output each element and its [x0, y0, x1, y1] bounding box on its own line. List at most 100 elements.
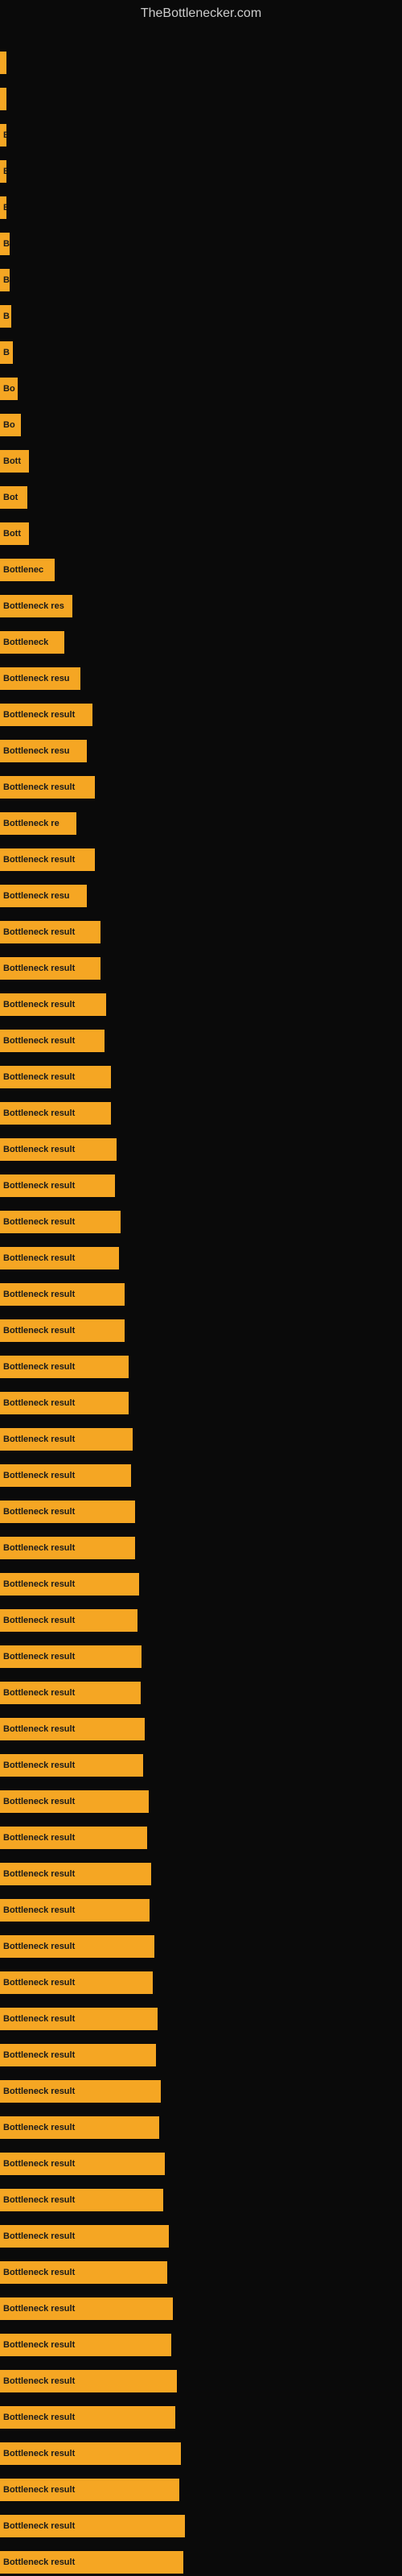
bar-label: B: [3, 348, 10, 357]
chart-container: EEEBBBBBoBoBottBotBottBottlenecBottlenec…: [0, 27, 402, 2571]
bar: Bottleneck result: [0, 1428, 133, 1451]
bar-row: Bottleneck result: [0, 1935, 154, 1958]
bar-row: Bottleneck result: [0, 2225, 169, 2248]
bar: Bottleneck result: [0, 1827, 147, 1849]
bar-label: Bott: [3, 456, 21, 466]
bar: E: [0, 124, 6, 147]
bar-label: Bottleneck result: [3, 1398, 75, 1408]
bar: [0, 52, 6, 74]
bar-row: Bottleneck result: [0, 1102, 111, 1125]
bar-label: Bottleneck result: [3, 2195, 75, 2205]
bar: Bottleneck result: [0, 2153, 165, 2175]
bar: Bottleneck result: [0, 1464, 131, 1487]
bar-label: Bottleneck result: [3, 2050, 75, 2060]
bar-row: Bottleneck result: [0, 1899, 150, 1922]
bar: Bottleneck result: [0, 1863, 151, 1885]
bar-row: Bottleneck result: [0, 2334, 171, 2356]
bar-label: B: [3, 275, 10, 285]
bar-row: B: [0, 341, 13, 364]
bar: E: [0, 160, 6, 183]
bar: Bottleneck resu: [0, 667, 80, 690]
bar-label: Bottleneck result: [3, 964, 75, 973]
bar-row: Bott: [0, 450, 29, 473]
bar: Bottleneck res: [0, 595, 72, 617]
bar: Bottleneck result: [0, 2479, 179, 2501]
bar-row: Bottleneck result: [0, 2008, 158, 2030]
bar: Bottleneck result: [0, 993, 106, 1016]
bar: B: [0, 269, 10, 291]
bar-row: Bottleneck result: [0, 1790, 149, 1813]
bar-label: E: [3, 167, 6, 176]
bar-label: Bottleneck result: [3, 1362, 75, 1372]
bar-label: Bottleneck result: [3, 2449, 75, 2458]
bar-label: Bottleneck result: [3, 1507, 75, 1517]
bar-label: B: [3, 312, 10, 321]
bar: Bottleneck result: [0, 1211, 121, 1233]
bar-label: E: [3, 130, 6, 140]
bar-row: Bottleneck resu: [0, 740, 87, 762]
bar-row: Bottleneck result: [0, 2297, 173, 2320]
bar-label: Bottleneck result: [3, 1543, 75, 1553]
bar-row: Bottleneck result: [0, 2189, 163, 2211]
bar-label: Bo: [3, 420, 15, 430]
bar-row: B: [0, 233, 10, 255]
bar-label: Bottleneck result: [3, 2485, 75, 2495]
bar-row: Bottleneck result: [0, 2551, 183, 2574]
bar: Bottleneck result: [0, 957, 100, 980]
bar-row: Bottleneck result: [0, 1428, 133, 1451]
bar-label: Bottleneck result: [3, 710, 75, 720]
bar-row: Bottleneck result: [0, 2080, 161, 2103]
bar-row: Bottleneck result: [0, 848, 95, 871]
bar: Bottleneck result: [0, 1174, 115, 1197]
bar-label: Bottleneck result: [3, 2340, 75, 2350]
bar: Bottleneck result: [0, 2334, 171, 2356]
bar: Bottleneck result: [0, 1392, 129, 1414]
bar-label: Bottleneck resu: [3, 674, 70, 683]
bar-row: Bot: [0, 486, 27, 509]
bar-row: Bottleneck res: [0, 595, 72, 617]
bar: Bottleneck result: [0, 1138, 117, 1161]
bar-label: Bottleneck result: [3, 1253, 75, 1263]
bar-label: Bottleneck result: [3, 1869, 75, 1879]
bar-row: Bottleneck result: [0, 2515, 185, 2537]
bar-label: Bottleneck result: [3, 927, 75, 937]
bar-row: Bottleneck result: [0, 2370, 177, 2392]
bar: Bottleneck resu: [0, 740, 87, 762]
bar-label: Bottleneck result: [3, 1326, 75, 1335]
bar-label: Bottleneck result: [3, 2159, 75, 2169]
bar: E: [0, 196, 6, 219]
bar-label: Bottleneck result: [3, 1145, 75, 1154]
bar-label: Bottleneck res: [3, 601, 64, 611]
bar-row: Bottleneck result: [0, 2406, 175, 2429]
bar-row: Bottlenec: [0, 559, 55, 581]
bar-row: Bottleneck result: [0, 1211, 121, 1233]
bar-label: Bottleneck resu: [3, 891, 70, 901]
bar-label: Bottleneck result: [3, 1036, 75, 1046]
bar-row: Bottleneck result: [0, 1573, 139, 1596]
bar-row: Bottleneck result: [0, 1682, 141, 1704]
bar-row: Bottleneck result: [0, 1609, 137, 1632]
bar-label: Bottleneck result: [3, 1217, 75, 1227]
bar-row: Bottleneck result: [0, 1392, 129, 1414]
bar: Bottleneck result: [0, 1754, 143, 1777]
bar-label: Bottleneck result: [3, 2521, 75, 2531]
bar: Bottleneck result: [0, 2551, 183, 2574]
bar: Bottleneck result: [0, 2225, 169, 2248]
bar-row: Bottleneck result: [0, 1030, 105, 1052]
bar-label: Bottleneck result: [3, 1652, 75, 1662]
bar-label: Bottleneck result: [3, 1942, 75, 1951]
bar-row: Bottleneck result: [0, 1827, 147, 1849]
bar: Bottleneck result: [0, 704, 92, 726]
bar: Bottleneck result: [0, 1645, 142, 1668]
bar-row: B: [0, 269, 10, 291]
bar-label: Bottleneck resu: [3, 746, 70, 756]
bar-label: B: [3, 239, 10, 249]
bar: Bottleneck result: [0, 2189, 163, 2211]
site-title: TheBottlenecker.com: [0, 0, 402, 27]
bar: Bottleneck result: [0, 1935, 154, 1958]
bar: Bottleneck resu: [0, 885, 87, 907]
bar-row: B: [0, 305, 11, 328]
bar-row: Bottleneck result: [0, 776, 95, 799]
bar-row: E: [0, 196, 6, 219]
bar: Bottleneck result: [0, 1537, 135, 1559]
